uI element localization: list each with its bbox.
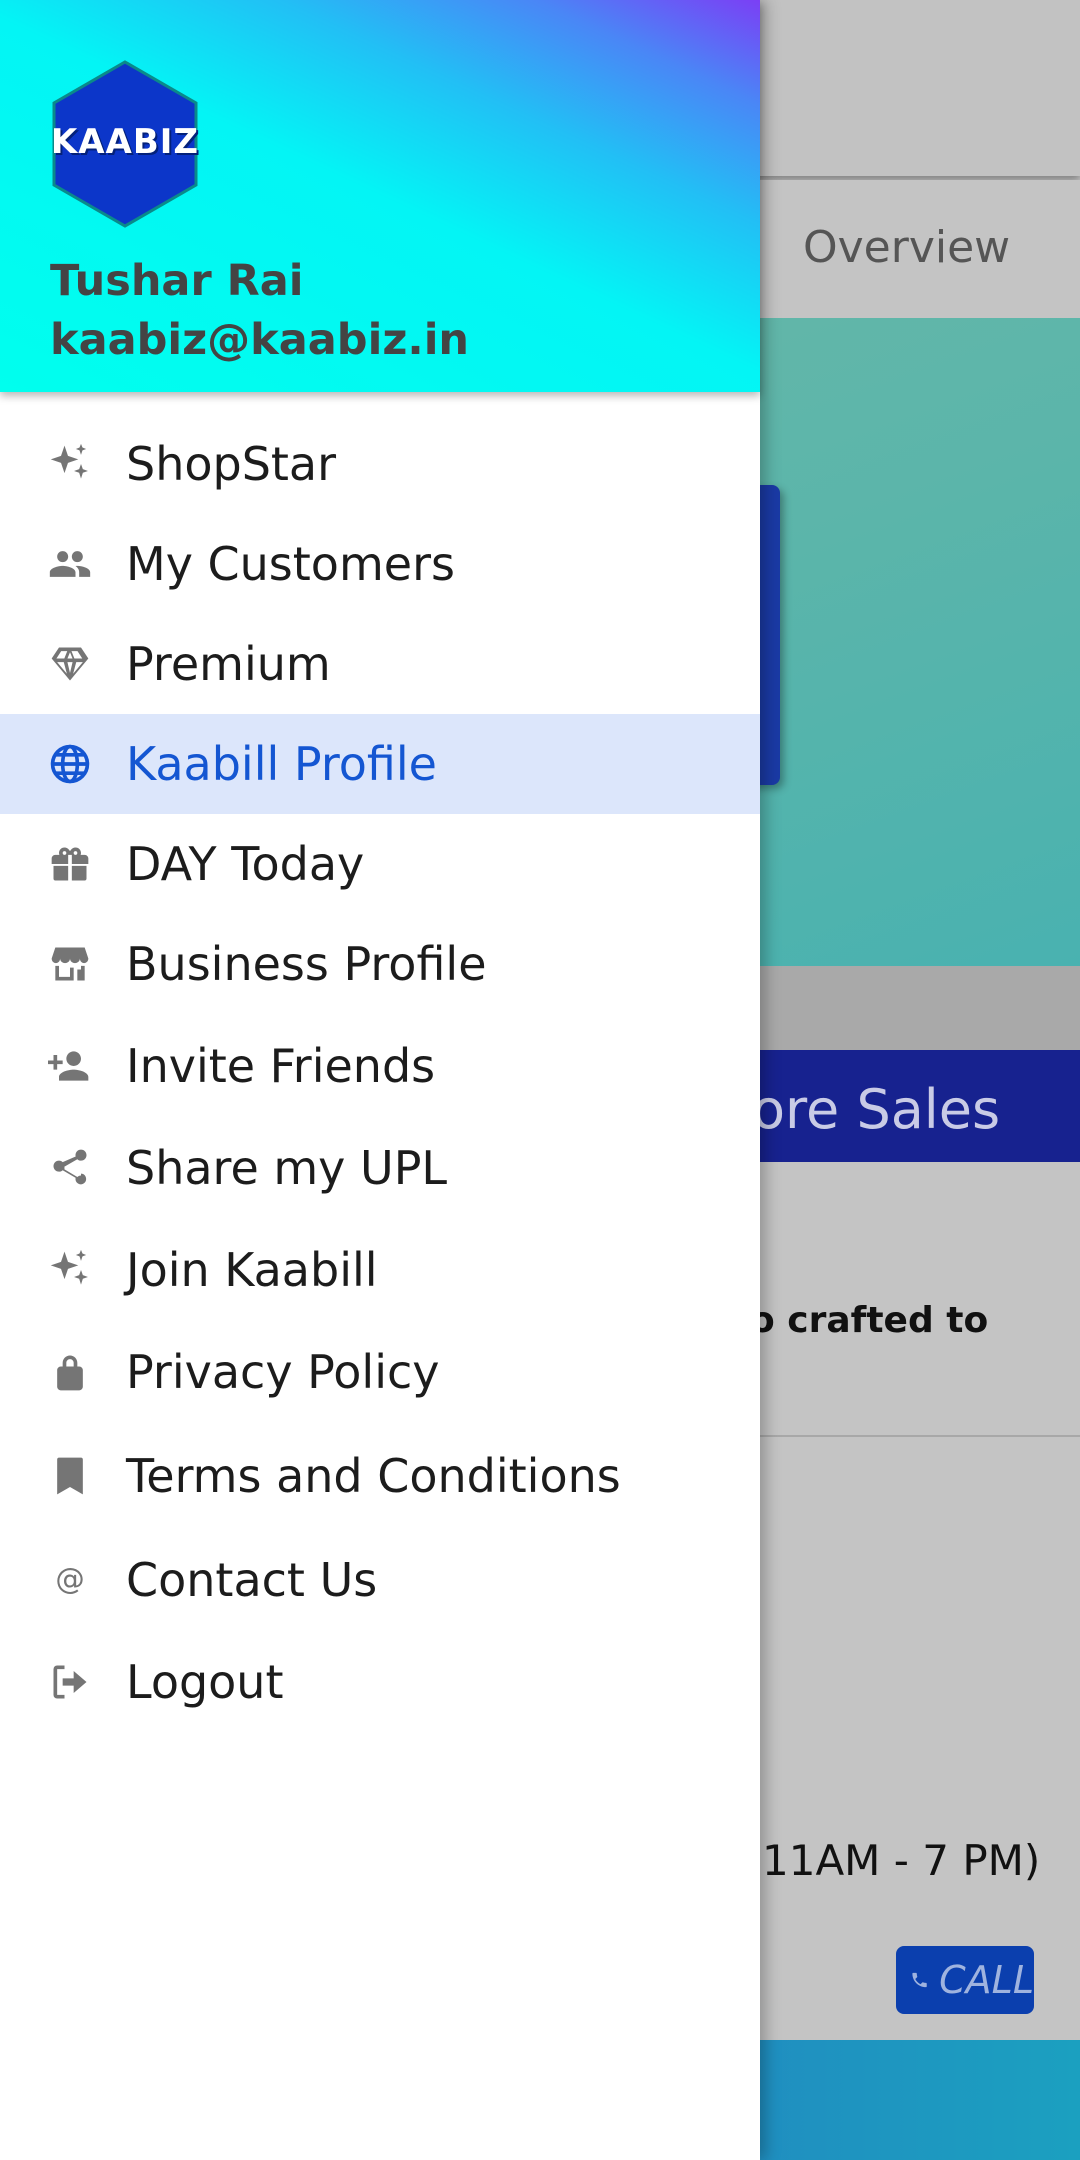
menu-item-shopstar[interactable]: ShopStar: [0, 414, 760, 514]
kaabiz-logo: KAABIZ: [50, 58, 200, 230]
menu-item-my-customers[interactable]: My Customers: [0, 514, 760, 614]
menu-item-label: Premium: [126, 637, 331, 691]
sparkle-icon: [46, 1246, 94, 1294]
menu-item-label: Share my UPL: [126, 1141, 448, 1195]
bookmark-icon: [46, 1452, 94, 1500]
menu-item-label: ShopStar: [126, 437, 337, 491]
globe-icon: [46, 740, 94, 788]
menu-item-kaabill-profile[interactable]: Kaabill Profile: [0, 714, 760, 814]
phone-icon: [912, 1972, 927, 1988]
logout-icon: [46, 1658, 94, 1706]
logo-text: KAABIZ: [50, 122, 200, 162]
menu-item-business-profile[interactable]: Business Profile: [0, 914, 760, 1014]
at-icon: @: [46, 1556, 94, 1604]
call-button-label: CALL: [939, 1958, 1034, 2002]
menu-item-day-today[interactable]: DAY Today: [0, 814, 760, 914]
menu-item-invite-friends[interactable]: Invite Friends: [0, 1016, 760, 1116]
tab-overview[interactable]: Overview: [803, 222, 1010, 273]
menu-item-join-kaabill[interactable]: Join Kaabill: [0, 1220, 760, 1320]
share-icon: [46, 1144, 94, 1192]
user-email: kaabiz@kaabiz.in: [50, 315, 470, 365]
person-add-icon: [46, 1042, 94, 1090]
gift-icon: [46, 840, 94, 888]
menu-item-premium[interactable]: Premium: [0, 614, 760, 714]
sales-strip-text: ore Sales: [752, 1078, 1001, 1141]
store-icon: [46, 940, 94, 988]
call-button[interactable]: CALL: [896, 1946, 1034, 2014]
menu-item-label: Privacy Policy: [126, 1345, 440, 1399]
navigation-drawer: KAABIZ Tushar Rai kaabiz@kaabiz.in ShopS…: [0, 0, 760, 2160]
menu-item-label: My Customers: [126, 537, 455, 591]
diamond-icon: [46, 640, 94, 688]
menu-item-terms-and-conditions[interactable]: Terms and Conditions: [0, 1426, 760, 1526]
menu-item-label: Contact Us: [126, 1553, 378, 1607]
svg-text:@: @: [55, 1562, 84, 1596]
people-icon: [46, 540, 94, 588]
menu-item-label: Invite Friends: [126, 1039, 436, 1093]
menu-item-label: DAY Today: [126, 837, 365, 891]
menu-item-label: Kaabill Profile: [126, 737, 437, 791]
menu-item-contact-us[interactable]: @ Contact Us: [0, 1530, 760, 1630]
menu-item-logout[interactable]: Logout: [0, 1632, 760, 1732]
menu-item-share-my-upl[interactable]: Share my UPL: [0, 1118, 760, 1218]
menu-item-label: Business Profile: [126, 937, 487, 991]
menu-item-label: Logout: [126, 1655, 284, 1709]
description-text: o crafted to: [750, 1300, 989, 1341]
support-hours-text: 11AM - 7 PM): [762, 1836, 1041, 1885]
sparkle-icon: [46, 440, 94, 488]
menu-item-label: Join Kaabill: [126, 1243, 378, 1297]
drawer-header: KAABIZ Tushar Rai kaabiz@kaabiz.in: [0, 0, 760, 392]
user-name: Tushar Rai: [50, 256, 304, 306]
lock-icon: [46, 1348, 94, 1396]
menu-item-label: Terms and Conditions: [126, 1449, 621, 1503]
menu-item-privacy-policy[interactable]: Privacy Policy: [0, 1322, 760, 1422]
